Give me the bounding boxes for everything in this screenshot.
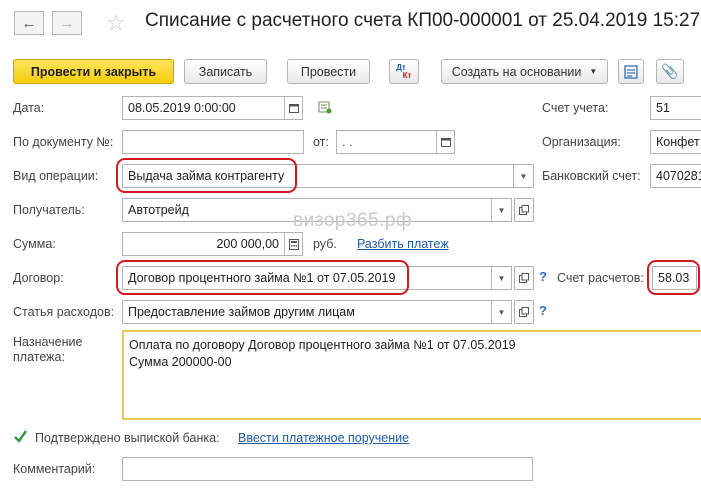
settlement-account-label: Счет расчетов: <box>557 271 644 285</box>
date-calendar-button[interactable] <box>285 96 303 120</box>
expense-item-help-icon[interactable]: ? <box>539 303 547 318</box>
payment-purpose-label-line1: Назначение <box>13 335 83 349</box>
watermark: визор365.рф <box>293 210 413 231</box>
structure-icon <box>624 64 638 79</box>
kt-label: Кт <box>402 70 412 80</box>
recipient-open-button[interactable] <box>514 198 534 222</box>
chevron-down-icon: ▼ <box>497 307 506 317</box>
chevron-down-icon: ▼ <box>497 205 506 215</box>
report-structure-button[interactable] <box>618 59 644 84</box>
attachments-button[interactable]: 📎 <box>656 59 684 84</box>
from-date-input[interactable]: . . <box>336 130 437 154</box>
expense-item-label: Статья расходов: <box>13 305 115 319</box>
forward-button[interactable]: → <box>52 11 82 35</box>
post-button[interactable]: Провести <box>287 59 370 84</box>
back-button[interactable]: ← <box>14 11 44 35</box>
account-label: Счет учета: <box>542 101 609 115</box>
payment-purpose-textarea[interactable]: Оплата по договору Договор процентного з… <box>122 330 701 420</box>
comment-input[interactable] <box>122 457 533 481</box>
open-window-icon <box>519 273 529 283</box>
open-window-icon <box>519 205 529 215</box>
favorite-star-icon[interactable]: ☆ <box>106 10 126 36</box>
date-input[interactable]: 08.05.2019 0:00:00 <box>122 96 285 120</box>
operation-type-dropdown-button[interactable]: ▼ <box>514 164 534 188</box>
payment-purpose-label-line2: платежа: <box>13 350 65 364</box>
numbering-settings-icon[interactable] <box>318 101 332 117</box>
paperclip-icon: 📎 <box>661 63 679 79</box>
contract-help-icon[interactable]: ? <box>539 269 547 284</box>
calendar-icon <box>288 104 299 113</box>
organization-input[interactable]: Конфет <box>650 130 701 154</box>
doc-number-input[interactable] <box>122 130 304 154</box>
arrow-right-icon: → <box>59 14 75 32</box>
amount-label: Сумма: <box>13 237 56 251</box>
from-date-calendar-button[interactable] <box>437 130 455 154</box>
payment-purpose-line1: Оплата по договору Договор процентного з… <box>129 338 516 352</box>
save-button[interactable]: Записать <box>184 59 267 84</box>
dropdown-arrow-icon: ▼ <box>589 67 598 76</box>
confirmed-label: Подтверждено выпиской банка: <box>35 431 220 445</box>
window-title: Списание с расчетного счета КП00-000001 … <box>145 10 701 31</box>
recipient-dropdown-button[interactable]: ▼ <box>492 198 512 222</box>
create-based-label: Создать на основании <box>451 64 582 79</box>
settlement-account-highlight <box>647 260 700 295</box>
bank-account-label: Банковский счет: <box>542 169 641 183</box>
calculator-icon <box>288 238 299 250</box>
bank-account-input[interactable]: 4070281 <box>650 164 701 188</box>
split-payment-link[interactable]: Разбить платеж <box>357 237 449 251</box>
arrow-left-icon: ← <box>21 14 37 32</box>
organization-label: Организация: <box>542 135 621 149</box>
post-and-close-button[interactable]: Провести и закрыть <box>13 59 174 84</box>
date-label: Дата: <box>13 101 45 115</box>
comment-label: Комментарий: <box>13 462 96 476</box>
calculator-button[interactable] <box>285 232 303 256</box>
dt-kt-button[interactable]: Дт Кт <box>389 59 419 84</box>
from-date-label: от: <box>313 135 329 149</box>
enter-payment-order-link[interactable]: Ввести платежное поручение <box>238 431 409 445</box>
calendar-icon <box>440 138 451 147</box>
confirmed-checkbox[interactable] <box>13 429 28 444</box>
expense-item-dropdown-button[interactable]: ▼ <box>492 300 512 324</box>
create-based-on-button[interactable]: Создать на основании ▼ <box>441 59 608 84</box>
contract-label: Договор: <box>13 271 64 285</box>
account-input[interactable]: 51 <box>650 96 701 120</box>
amount-input[interactable]: 200 000,00 <box>122 232 285 256</box>
doc-number-label: По документу №: <box>13 135 114 149</box>
recipient-label: Получатель: <box>13 203 85 217</box>
open-window-icon <box>519 307 529 317</box>
contract-dropdown-button[interactable]: ▼ <box>492 266 512 290</box>
currency-label: руб. <box>313 237 337 251</box>
expense-item-input[interactable]: Предоставление займов другим лицам <box>122 300 492 324</box>
checkmark-icon <box>14 430 27 443</box>
chevron-down-icon: ▼ <box>519 171 528 181</box>
contract-highlight <box>116 260 409 295</box>
contract-open-button[interactable] <box>514 266 534 290</box>
payment-purpose-line2: Сумма 200000-00 <box>129 355 232 369</box>
chevron-down-icon: ▼ <box>497 273 506 283</box>
operation-type-highlight <box>116 158 297 193</box>
operation-type-label: Вид операции: <box>13 169 99 183</box>
expense-item-open-button[interactable] <box>514 300 534 324</box>
